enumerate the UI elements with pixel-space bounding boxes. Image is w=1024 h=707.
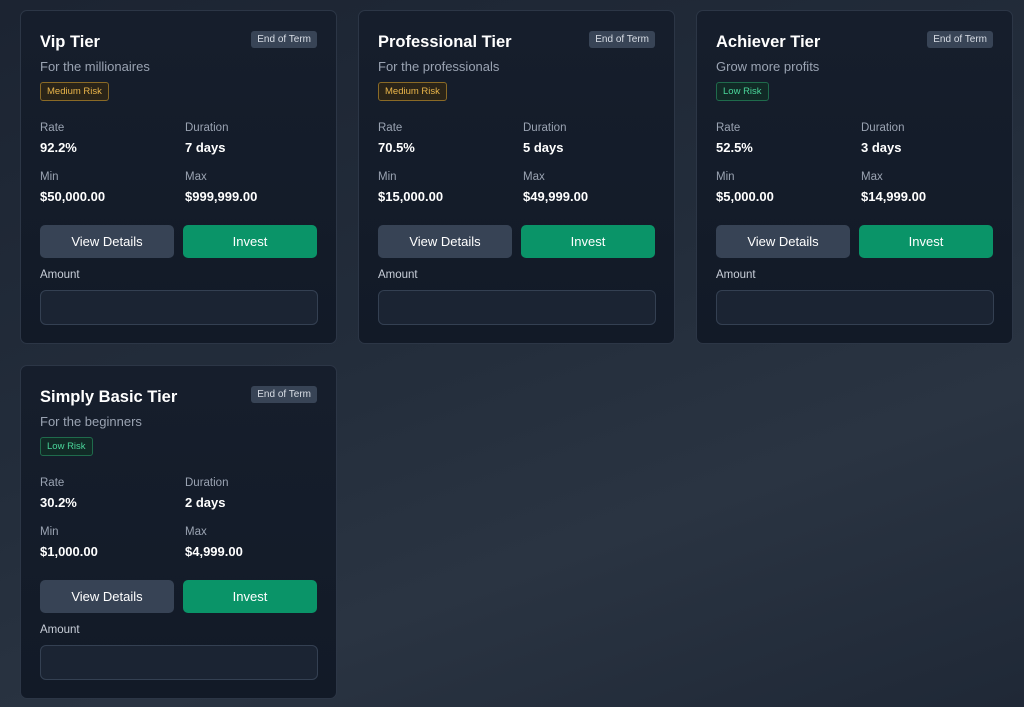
max-value: $14,999.00 — [861, 189, 927, 204]
term-badge: End of Term — [927, 31, 993, 48]
tier-grid: Vip Tier End of Term For the millionaire… — [20, 10, 1013, 699]
tier-subtitle: Grow more profits — [716, 59, 820, 74]
risk-badge: Medium Risk — [40, 82, 109, 101]
tier-title: Professional Tier — [378, 33, 512, 51]
duration-value: 5 days — [523, 140, 564, 155]
duration-label: Duration — [185, 122, 229, 134]
duration-label: Duration — [185, 477, 229, 489]
max-label: Max — [185, 526, 207, 538]
risk-badge: Medium Risk — [378, 82, 447, 101]
tier-card-vip: Vip Tier End of Term For the millionaire… — [20, 10, 337, 344]
view-details-button[interactable]: View Details — [40, 580, 174, 613]
min-label: Min — [378, 171, 397, 183]
max-label: Max — [523, 171, 545, 183]
tier-title: Achiever Tier — [716, 33, 821, 51]
term-badge: End of Term — [251, 386, 317, 403]
duration-value: 7 days — [185, 140, 226, 155]
risk-badge: Low Risk — [716, 82, 769, 101]
min-value: $1,000.00 — [40, 544, 98, 559]
view-details-button[interactable]: View Details — [716, 225, 850, 258]
duration-value: 3 days — [861, 140, 902, 155]
amount-input[interactable] — [378, 290, 656, 325]
min-value: $15,000.00 — [378, 189, 444, 204]
amount-input[interactable] — [716, 290, 994, 325]
invest-button[interactable]: Invest — [183, 225, 317, 258]
amount-input[interactable] — [40, 645, 318, 680]
amount-label: Amount — [40, 269, 80, 281]
view-details-button[interactable]: View Details — [378, 225, 512, 258]
max-value: $999,999.00 — [185, 189, 258, 204]
rate-value: 52.5% — [716, 140, 753, 155]
amount-label: Amount — [40, 624, 80, 636]
view-details-button[interactable]: View Details — [40, 225, 174, 258]
min-label: Min — [40, 526, 59, 538]
min-value: $5,000.00 — [716, 189, 774, 204]
term-badge: End of Term — [251, 31, 317, 48]
min-label: Min — [40, 171, 59, 183]
rate-label: Rate — [378, 122, 403, 134]
amount-input[interactable] — [40, 290, 318, 325]
tier-card-achiever: Achiever Tier End of Term Grow more prof… — [696, 10, 1013, 344]
rate-value: 30.2% — [40, 495, 77, 510]
tier-subtitle: For the beginners — [40, 414, 142, 429]
rate-value: 92.2% — [40, 140, 77, 155]
duration-label: Duration — [523, 122, 567, 134]
duration-value: 2 days — [185, 495, 226, 510]
amount-label: Amount — [716, 269, 756, 281]
tier-card-professional: Professional Tier End of Term For the pr… — [358, 10, 675, 344]
tier-card-simply-basic: Simply Basic Tier End of Term For the be… — [20, 365, 337, 699]
max-label: Max — [185, 171, 207, 183]
invest-button[interactable]: Invest — [859, 225, 993, 258]
duration-label: Duration — [861, 122, 905, 134]
rate-label: Rate — [40, 477, 65, 489]
rate-value: 70.5% — [378, 140, 415, 155]
tier-subtitle: For the millionaires — [40, 59, 150, 74]
tier-title: Simply Basic Tier — [40, 388, 178, 406]
invest-button[interactable]: Invest — [183, 580, 317, 613]
tier-title: Vip Tier — [40, 33, 100, 51]
max-label: Max — [861, 171, 883, 183]
tier-subtitle: For the professionals — [378, 59, 500, 74]
max-value: $4,999.00 — [185, 544, 243, 559]
invest-button[interactable]: Invest — [521, 225, 655, 258]
min-label: Min — [716, 171, 735, 183]
risk-badge: Low Risk — [40, 437, 93, 456]
rate-label: Rate — [40, 122, 65, 134]
amount-label: Amount — [378, 269, 418, 281]
rate-label: Rate — [716, 122, 741, 134]
max-value: $49,999.00 — [523, 189, 589, 204]
min-value: $50,000.00 — [40, 189, 106, 204]
term-badge: End of Term — [589, 31, 655, 48]
